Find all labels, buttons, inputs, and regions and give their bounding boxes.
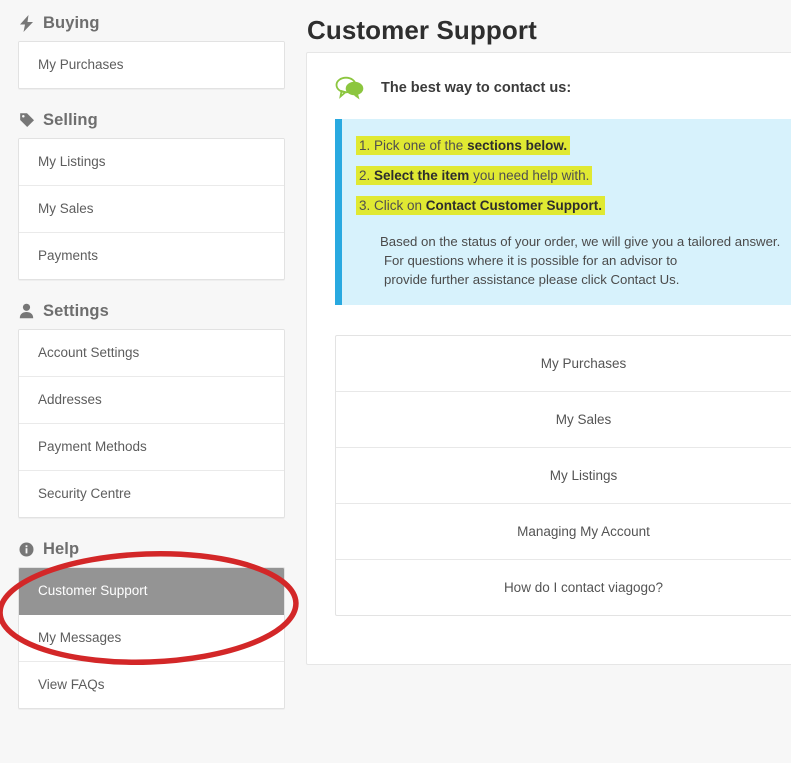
instruction-steps: 1. Pick one of the sections below. 2. Se…: [356, 136, 791, 215]
nav-group-selling: Selling My Listings My Sales Payments: [0, 111, 298, 280]
instruction-step: 2. Select the item you need help with.: [356, 166, 791, 185]
nav-group-settings: Settings Account Settings Addresses Paym…: [0, 302, 298, 518]
contact-headline-row: The best way to contact us:: [307, 53, 791, 101]
chat-bubbles-icon: [335, 75, 365, 101]
step-bold: Select the item: [374, 168, 470, 183]
nav-group-title: Help: [43, 540, 80, 558]
step-bold: Contact Customer Support.: [425, 198, 603, 213]
sidebar-item-my-messages[interactable]: My Messages: [19, 615, 284, 662]
instructions-info-box: 1. Pick one of the sections below. 2. Se…: [335, 119, 791, 305]
instruction-step: 3. Click on Contact Customer Support.: [356, 196, 791, 215]
info-note-line: Based on the status of your order, we wi…: [380, 234, 781, 249]
step-bold: sections below.: [467, 138, 568, 153]
nav-group-title: Selling: [43, 111, 98, 129]
info-note: Based on the status of your order, we wi…: [380, 232, 791, 289]
nav-group-header-buying: Buying: [0, 14, 298, 41]
nav-card-settings: Account Settings Addresses Payment Metho…: [18, 329, 285, 518]
user-icon: [18, 303, 35, 320]
sidebar-item-my-sales[interactable]: My Sales: [19, 186, 284, 233]
sidebar-item-payments[interactable]: Payments: [19, 233, 284, 279]
page-title: Customer Support: [307, 15, 537, 45]
step-prefix: 3. Click on: [359, 198, 426, 213]
support-option-managing-my-account[interactable]: Managing My Account: [336, 504, 791, 560]
main-content: Customer Support The best way to contact…: [298, 0, 791, 763]
sidebar-item-my-purchases[interactable]: My Purchases: [19, 42, 284, 88]
support-page: Buying My Purchases Selling My Listings …: [0, 0, 791, 763]
nav-group-buying: Buying My Purchases: [0, 14, 298, 89]
tag-icon: [18, 112, 35, 129]
support-option-my-listings[interactable]: My Listings: [336, 448, 791, 504]
sidebar-item-customer-support[interactable]: Customer Support: [19, 568, 284, 615]
sidebar-item-account-settings[interactable]: Account Settings: [19, 330, 284, 377]
nav-group-header-settings: Settings: [0, 302, 298, 329]
step-prefix: 2.: [359, 168, 375, 183]
lightning-bolt-icon: [18, 14, 35, 32]
sidebar-item-payment-methods[interactable]: Payment Methods: [19, 424, 284, 471]
nav-group-header-selling: Selling: [0, 111, 298, 138]
sidebar-item-my-listings[interactable]: My Listings: [19, 139, 284, 186]
nav-card-selling: My Listings My Sales Payments: [18, 138, 285, 280]
nav-group-header-help: Help: [0, 540, 298, 567]
info-note-line: provide further assistance please click …: [384, 272, 680, 287]
sidebar-item-addresses[interactable]: Addresses: [19, 377, 284, 424]
nav-group-help: Help Customer Support My Messages View F…: [0, 540, 298, 709]
support-option-my-sales[interactable]: My Sales: [336, 392, 791, 448]
sidebar-item-security-centre[interactable]: Security Centre: [19, 471, 284, 517]
info-note-line: For questions where it is possible for a…: [384, 253, 678, 268]
step-suffix: you need help with.: [469, 168, 590, 183]
nav-card-help: Customer Support My Messages View FAQs: [18, 567, 285, 709]
support-option-contact-viagogo[interactable]: How do I contact viagogo?: [336, 560, 791, 615]
account-sidebar: Buying My Purchases Selling My Listings …: [0, 0, 299, 763]
step-prefix: 1. Pick one of the: [359, 138, 468, 153]
support-option-my-purchases[interactable]: My Purchases: [336, 336, 791, 392]
nav-card-buying: My Purchases: [18, 41, 285, 89]
support-section-list: My Purchases My Sales My Listings Managi…: [335, 335, 791, 616]
support-card: The best way to contact us: 1. Pick one …: [306, 52, 791, 665]
contact-headline: The best way to contact us:: [381, 80, 572, 96]
instruction-step: 1. Pick one of the sections below.: [356, 136, 791, 155]
info-circle-icon: [18, 541, 35, 558]
sidebar-item-view-faqs[interactable]: View FAQs: [19, 662, 284, 708]
nav-group-title: Buying: [43, 14, 100, 32]
nav-group-title: Settings: [43, 302, 109, 320]
